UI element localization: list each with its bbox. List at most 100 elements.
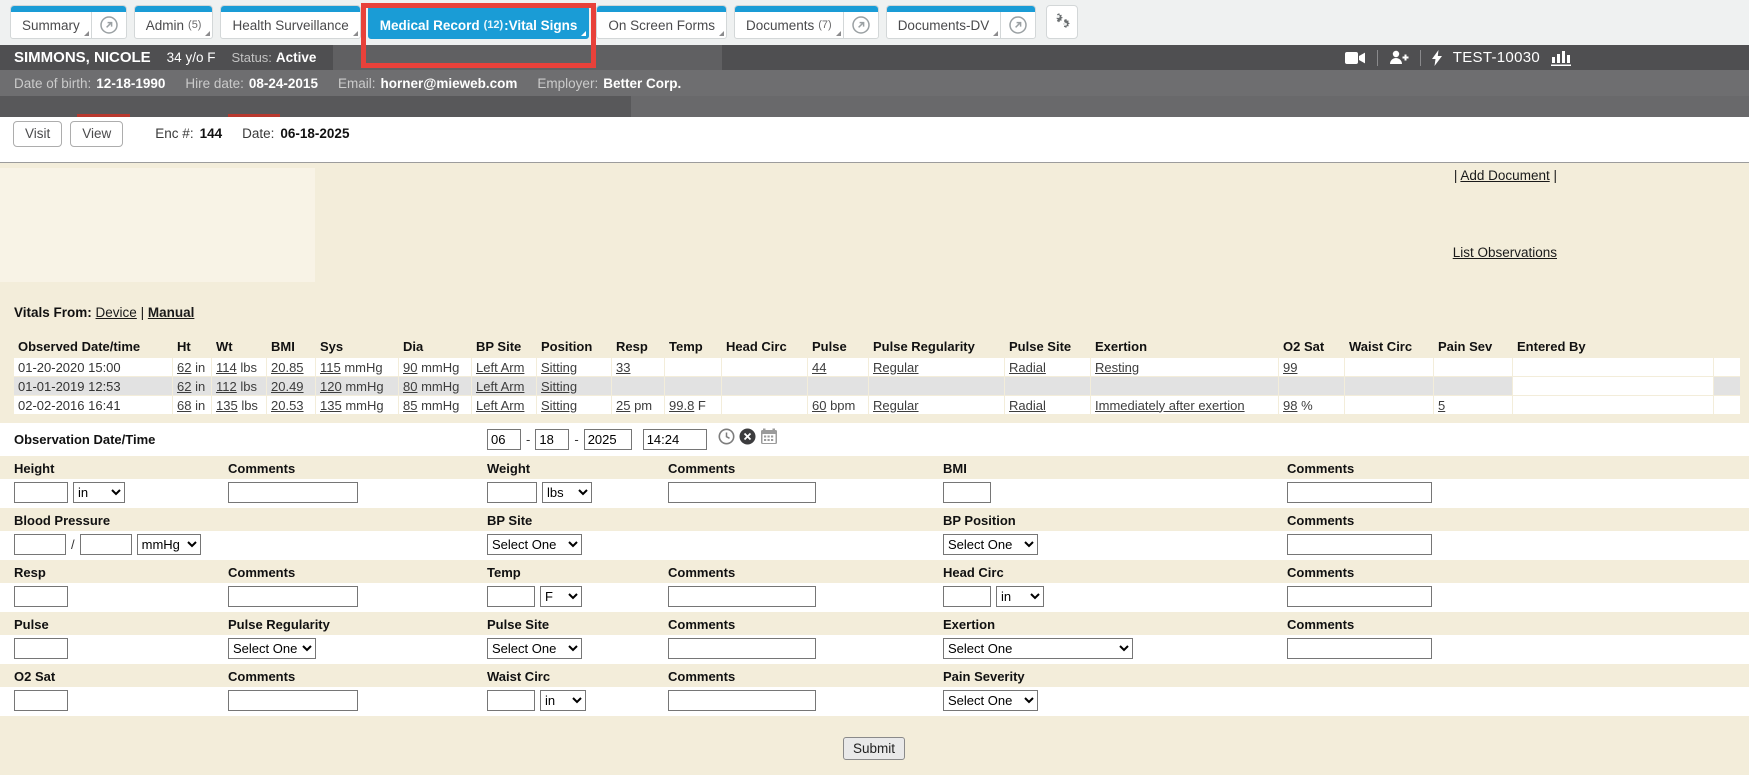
head-circ-input[interactable] (943, 586, 991, 607)
settings-button[interactable] (1046, 5, 1078, 39)
vital-value-link[interactable]: 68 (177, 398, 191, 413)
tab-health-surveillance[interactable]: Health Surveillance (220, 5, 360, 39)
bp-unit-select[interactable]: mmHg (137, 534, 201, 555)
bp-systolic-input[interactable] (14, 534, 66, 555)
bar-chart-icon[interactable] (1551, 50, 1571, 66)
vital-value-link[interactable]: 80 (403, 379, 417, 394)
resp-input[interactable] (14, 586, 68, 607)
resp-comments-input[interactable] (228, 586, 358, 607)
vital-value-link[interactable]: 98 (1283, 398, 1297, 413)
vital-value-link[interactable]: 99 (1283, 360, 1297, 375)
temp-input[interactable] (487, 586, 535, 607)
temp-comments-input[interactable] (668, 586, 816, 607)
vital-value-link[interactable]: 25 (616, 398, 630, 413)
add-document-link[interactable]: Add Document (1460, 168, 1549, 183)
list-observations-link[interactable]: List Observations (1453, 245, 1557, 260)
vital-value-link[interactable]: Sitting (541, 398, 577, 413)
vital-value-link[interactable]: Regular (873, 398, 919, 413)
vital-value-link[interactable]: Radial (1009, 398, 1046, 413)
visit-button[interactable]: Visit (13, 121, 62, 147)
obs-month-input[interactable] (487, 429, 521, 450)
vital-value-link[interactable]: 85 (403, 398, 417, 413)
pulse-site-select[interactable]: Select One (487, 638, 582, 659)
tab-documents-external-link-icon[interactable] (843, 6, 878, 38)
vital-value-link[interactable]: 62 (177, 360, 191, 375)
vital-value-link[interactable]: 60 (812, 398, 826, 413)
vital-value-link[interactable]: 112 (216, 379, 237, 394)
vital-value-link[interactable]: Radial (1009, 360, 1046, 375)
obs-year-input[interactable] (584, 429, 632, 450)
vital-value-link[interactable]: 62 (177, 379, 191, 394)
head-circ-unit-select[interactable]: in (996, 586, 1044, 607)
vital-value-link[interactable]: 115 (320, 360, 341, 375)
pulse-input[interactable] (14, 638, 68, 659)
height-input[interactable] (14, 482, 68, 503)
vital-value-link[interactable]: Sitting (541, 360, 577, 375)
waist-circ-input[interactable] (487, 690, 535, 711)
vital-value-link[interactable]: Left Arm (476, 379, 524, 394)
tab-medical-record[interactable]: Medical Record(12):Vital Signs (368, 5, 590, 39)
vital-value-link[interactable]: Left Arm (476, 360, 524, 375)
tab-documents-dv-external-link-icon[interactable] (1000, 6, 1035, 38)
o2-sat-input[interactable] (14, 690, 68, 711)
video-camera-icon[interactable] (1345, 51, 1366, 65)
vital-value-link[interactable]: Resting (1095, 360, 1139, 375)
bp-comments-input[interactable] (1287, 534, 1432, 555)
manual-link[interactable]: Manual (148, 305, 195, 320)
weight-unit-select[interactable]: lbs (542, 482, 592, 503)
bmi-comments-input[interactable] (1287, 482, 1432, 503)
height-comments-input[interactable] (228, 482, 358, 503)
tab-summary[interactable]: Summary (10, 5, 127, 39)
vital-value-link[interactable]: 5 (1438, 398, 1445, 413)
head-circ-comments-input[interactable] (1287, 586, 1432, 607)
vital-value-link[interactable]: Regular (873, 360, 919, 375)
lightning-icon[interactable] (1432, 50, 1442, 66)
vital-value-link[interactable]: 33 (616, 360, 630, 375)
calendar-icon[interactable] (760, 428, 778, 450)
obs-time-input[interactable] (643, 429, 707, 450)
vital-value-link[interactable]: 20.85 (271, 360, 304, 375)
vital-value-link[interactable]: 114 (216, 360, 237, 375)
view-button[interactable]: View (70, 121, 123, 147)
exertion-select[interactable]: Select One (943, 638, 1133, 659)
device-link[interactable]: Device (96, 305, 137, 320)
temp-unit-select[interactable]: F (540, 586, 582, 607)
exertion-comments-input[interactable] (1287, 638, 1432, 659)
clock-icon[interactable] (718, 428, 735, 450)
waist-unit-select[interactable]: in (540, 690, 586, 711)
weight-comments-input[interactable] (668, 482, 816, 503)
obs-day-input[interactable] (535, 429, 569, 450)
vital-value-link[interactable]: Left Arm (476, 398, 524, 413)
bp-diastolic-input[interactable] (80, 534, 132, 555)
submit-button[interactable]: Submit (843, 737, 905, 760)
vital-value-link[interactable]: 99.8 (669, 398, 694, 413)
pulse-regularity-select[interactable]: Select One (228, 638, 316, 659)
comments-label: Comments (228, 669, 295, 684)
tab-documents-dv[interactable]: Documents-DV (886, 5, 1037, 39)
o2-comments-input[interactable] (228, 690, 358, 711)
vital-value-link[interactable]: 135 (320, 398, 342, 413)
clear-date-icon[interactable] (739, 428, 756, 450)
vitals-history-table: Observed Date/timeHtWtBMISysDiaBP SitePo… (13, 335, 1741, 415)
vital-value-link[interactable]: Immediately after exertion (1095, 398, 1245, 413)
tab-on-screen-forms[interactable]: On Screen Forms (596, 5, 727, 39)
tab-summary-external-link-icon[interactable] (91, 6, 126, 38)
bmi-input[interactable] (943, 482, 991, 503)
pain-severity-select[interactable]: Select One (943, 690, 1038, 711)
vital-value-link[interactable]: 120 (320, 379, 342, 394)
pulse-comments-input[interactable] (668, 638, 816, 659)
weight-input[interactable] (487, 482, 537, 503)
vital-value-link[interactable]: 90 (403, 360, 417, 375)
height-unit-select[interactable]: in (73, 482, 125, 503)
vital-value-link[interactable]: Sitting (541, 379, 577, 394)
tab-admin[interactable]: Admin(5) (134, 5, 214, 39)
vital-value-link[interactable]: 20.53 (271, 398, 304, 413)
waist-comments-input[interactable] (668, 690, 816, 711)
vital-value-link[interactable]: 135 (216, 398, 238, 413)
person-add-icon[interactable] (1389, 50, 1409, 65)
vital-value-link[interactable]: 44 (812, 360, 826, 375)
vital-value-link[interactable]: 20.49 (271, 379, 304, 394)
bp-position-select[interactable]: Select One (943, 534, 1038, 555)
tab-documents[interactable]: Documents(7) (734, 5, 879, 39)
bp-site-select[interactable]: Select One (487, 534, 582, 555)
